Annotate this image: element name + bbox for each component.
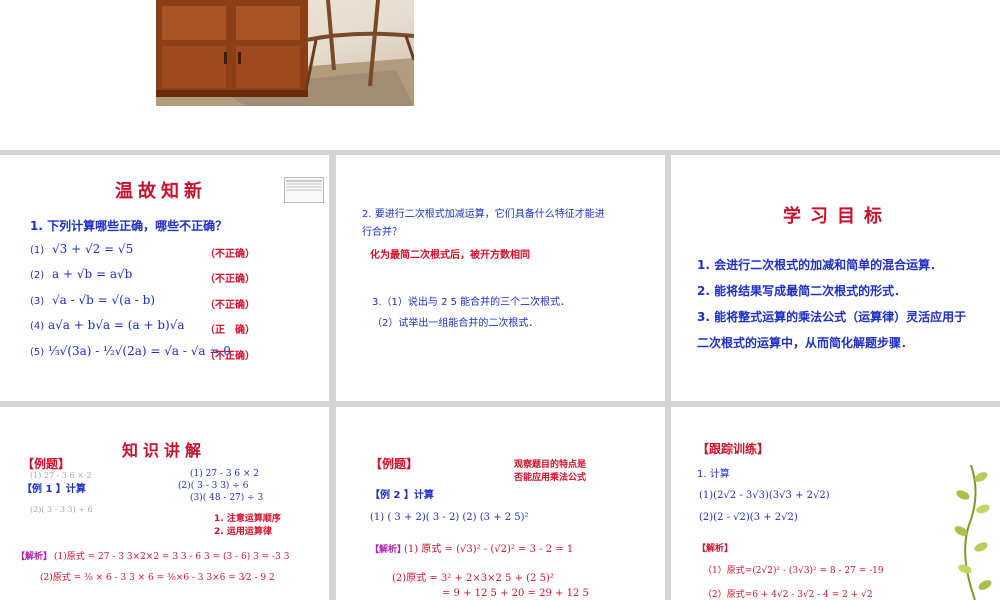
item-number: (1) bbox=[30, 245, 45, 256]
goal-item: 1. 会进行二次根式的加减和简单的混合运算． bbox=[697, 258, 943, 272]
question-text: 2. 要进行二次根式加减运算，它们具备什么特征才能进 bbox=[362, 209, 605, 220]
solution-step: (2)原式 = ⅜ × 6 - 3 3 × 6 = ⅜×6 - 3 3×6 = … bbox=[40, 573, 275, 583]
item-number: (4) bbox=[30, 321, 45, 332]
solution-step: (1)原式 = 27 - 3 3×2×2 = 3 3 - 6 3 = (3 - … bbox=[54, 552, 290, 562]
solution-step: (2)原式 = 3² + 2×3×2 5 + (2 5)² bbox=[392, 573, 554, 584]
analysis-label: 【解析】 bbox=[370, 545, 407, 555]
slide-title: 温故知新 bbox=[115, 181, 207, 202]
analysis-label: 【解析】 bbox=[697, 544, 734, 554]
solution-step: = 9 + 12 5 + 20 = 29 + 12 5 bbox=[442, 588, 589, 599]
answer-text: 化为最简二次根式后，被开方数相同 bbox=[370, 250, 530, 261]
practice-item: 1. 计算 bbox=[697, 469, 730, 480]
example-tag: 【例题】 bbox=[370, 457, 419, 471]
item-verdict: （不正确） bbox=[205, 274, 255, 285]
item-expression: √3 + √2 = √5 bbox=[52, 242, 134, 256]
example-label: 【例 1 】计算 bbox=[22, 484, 86, 495]
speaker-note-thumbnail bbox=[284, 177, 324, 203]
goal-item-cont: 二次根式的运算中，从而简化解题步骤． bbox=[697, 336, 914, 350]
slide-title: 学习目标 bbox=[783, 206, 891, 227]
goal-item: 2. 能将结果写成最简二次根式的形式． bbox=[697, 284, 907, 298]
problem: (1) ( 3 + 2)( 3 - 2) (2) (3 + 2 5)² bbox=[370, 512, 529, 523]
question-text: （2）试举出一组能合并的二次根式． bbox=[372, 318, 539, 329]
slide-question: 2. 要进行二次根式加减运算，它们具备什么特征才能进 行合并？ 化为最简二次根式… bbox=[336, 155, 665, 401]
furniture-photo bbox=[156, 0, 414, 106]
slide-title: 知识讲解 bbox=[122, 441, 207, 460]
practice-problem: (1)(2√2 - 3√3)(3√3 + 2√2) bbox=[699, 490, 830, 501]
item-verdict: （不正确） bbox=[205, 300, 255, 311]
item-number: (3) bbox=[30, 296, 45, 307]
problem: (3)( 48 - 27) ÷ 3 bbox=[190, 493, 264, 503]
item-verdict: （不正确） bbox=[205, 351, 255, 362]
slide-example-2: 【例题】 观察题目的特点是 否能应用乘法公式 【例 2 】计算 (1) ( 3 … bbox=[336, 407, 665, 600]
problem: (1) 27 - 3 6 × 2 bbox=[190, 469, 260, 479]
solution-step: （2）原式=6 + 4√2 - 3√2 - 4 = 2 + √2 bbox=[703, 590, 873, 600]
practice-tag: 【跟踪训练】 bbox=[697, 442, 770, 456]
note-text: 1. 注意运算顺序 bbox=[214, 514, 281, 524]
hint-text: 观察题目的特点是 bbox=[514, 460, 587, 470]
example-tag: 【例题】 bbox=[22, 457, 71, 471]
item-verdict: （正 确） bbox=[205, 325, 255, 336]
top-slide-strip bbox=[0, 0, 1000, 150]
problem-faint: (2)( 3 - 3 3) ÷ 6 bbox=[30, 505, 93, 514]
item-expression: √a - √b = √(a - b) bbox=[52, 293, 156, 307]
practice-problem: (2)(2 - √2)(3 + 2√2) bbox=[699, 512, 798, 523]
note-text: 2. 运用运算律 bbox=[214, 527, 272, 537]
slide-review: 温故知新 1. 下列计算哪些正确，哪些不正确？ (1) √3 + √2 = √5… bbox=[0, 155, 329, 401]
item-expression: a√a + b√a = (a + b)√a bbox=[48, 318, 185, 332]
item-expression: ⅓√(3a) - ½√(2a) = √a - √a = 0 bbox=[48, 344, 231, 358]
problem-faint: (1) 27 - 3 6 × 2 bbox=[30, 471, 92, 480]
analysis-label: 【解析】 bbox=[16, 552, 53, 562]
slide-knowledge: 知识讲解 【例题】 【例 1 】计算 (1) 27 - 3 6 × 2 (1) … bbox=[0, 407, 329, 600]
hint-text: 否能应用乘法公式 bbox=[514, 473, 587, 483]
question-text: 3.（1）说出与 2 5 能合并的三个二次根式． bbox=[372, 297, 571, 308]
item-number: (5) bbox=[30, 347, 45, 358]
question-text-cont: 行合并？ bbox=[362, 227, 402, 238]
solution-step: （1）原式=(2√2)² - (3√3)² = 8 - 27 = -19 bbox=[703, 566, 884, 576]
solution-step: (1) 原式 = (√3)² - (√2)² = 3 - 2 = 1 bbox=[404, 544, 574, 555]
question-text: 1. 下列计算哪些正确，哪些不正确？ bbox=[30, 219, 228, 233]
item-number: (2) bbox=[30, 270, 45, 281]
item-expression: a + √b = a√b bbox=[52, 267, 133, 281]
example-label: 【例 2 】计算 bbox=[370, 490, 434, 501]
goal-item: 3. 能将整式运算的乘法公式（运算律）灵活应用于 bbox=[697, 310, 967, 324]
slide-learning-goals: 学习目标 1. 会进行二次根式的加减和简单的混合运算． 2. 能将结果写成最简二… bbox=[671, 155, 1000, 401]
item-verdict: （不正确） bbox=[205, 249, 255, 260]
vine-decoration bbox=[951, 464, 997, 600]
slide-follow-up-practice: 【跟踪训练】 1. 计算 (1)(2√2 - 3√3)(3√3 + 2√2) (… bbox=[671, 407, 1000, 600]
problem: (2)( 3 - 3 3) ÷ 6 bbox=[178, 481, 249, 491]
